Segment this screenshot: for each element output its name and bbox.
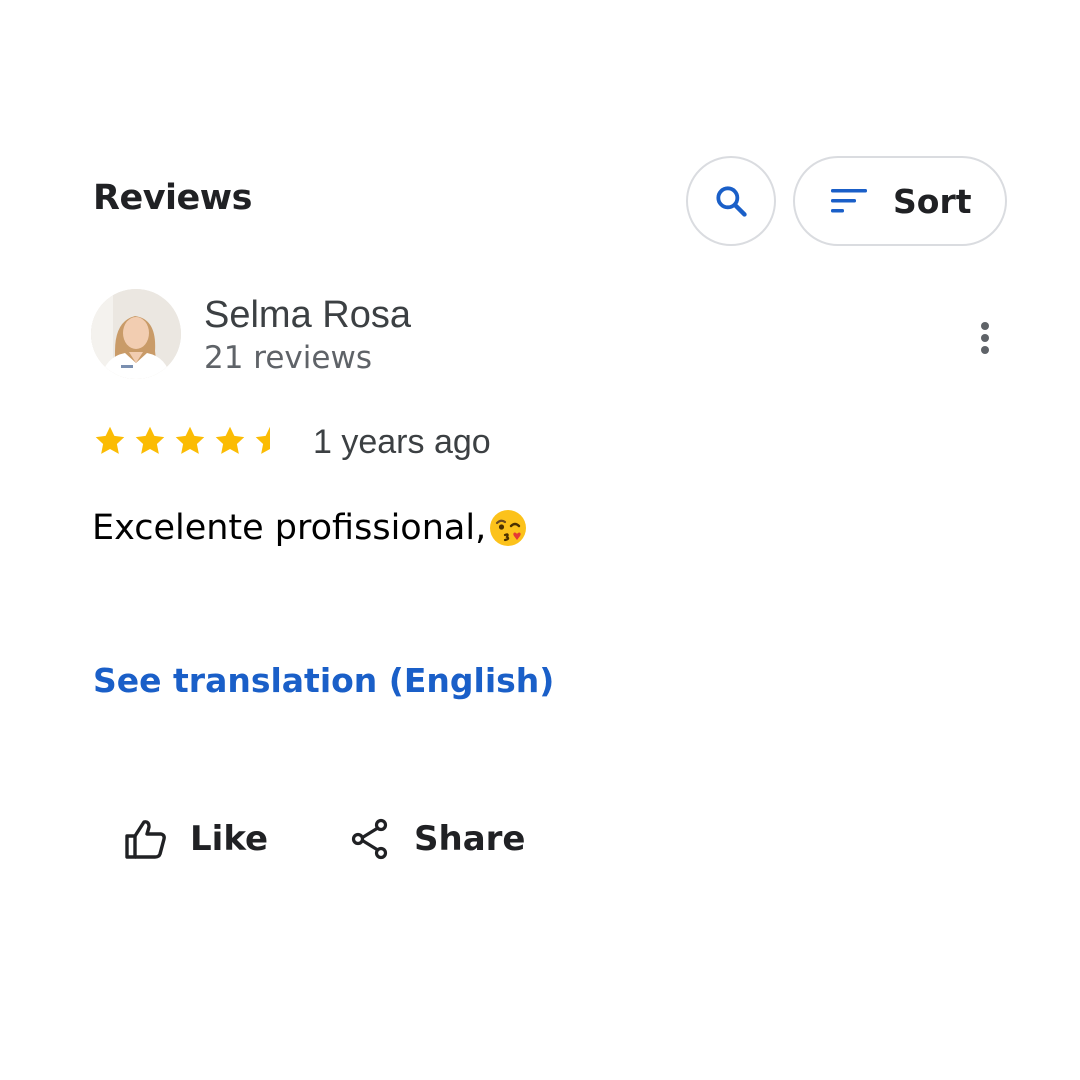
star-full-icon bbox=[95, 426, 125, 454]
like-label: Like bbox=[190, 819, 269, 859]
section-title: Reviews bbox=[93, 178, 252, 218]
reviewer-avatar[interactable] bbox=[91, 289, 181, 379]
reviews-panel: Reviews Sort Selma Rosa 21 reviews 1 yea… bbox=[0, 0, 1080, 1080]
review-timestamp: 1 years ago bbox=[313, 423, 491, 461]
face-throwing-kiss-icon bbox=[490, 510, 527, 546]
star-rating bbox=[92, 423, 288, 459]
more-vert-icon bbox=[981, 322, 989, 330]
star-half-icon bbox=[255, 426, 270, 454]
more-options-button[interactable] bbox=[968, 316, 1002, 360]
star-full-icon bbox=[135, 426, 165, 454]
star-full-icon bbox=[175, 426, 205, 454]
search-reviews-button[interactable] bbox=[686, 156, 776, 246]
reviewer-photo bbox=[91, 289, 181, 379]
sort-button[interactable]: Sort bbox=[793, 156, 1007, 246]
reviewer-name[interactable]: Selma Rosa bbox=[204, 294, 411, 337]
review-body: Excelente profissional, bbox=[92, 508, 528, 548]
sort-label: Sort bbox=[893, 181, 972, 221]
review-text: Excelente profissional, bbox=[92, 508, 487, 548]
reviewer-review-count: 21 reviews bbox=[204, 340, 372, 376]
sort-icon bbox=[831, 189, 867, 213]
search-icon bbox=[716, 186, 747, 217]
like-button[interactable]: Like bbox=[124, 814, 268, 864]
share-icon bbox=[351, 818, 388, 860]
thumbs-up-icon bbox=[125, 820, 166, 859]
share-button[interactable]: Share bbox=[350, 814, 525, 864]
star-full-icon bbox=[215, 426, 245, 454]
see-translation-link[interactable]: See translation (English) bbox=[93, 661, 554, 700]
share-label: Share bbox=[414, 819, 526, 859]
